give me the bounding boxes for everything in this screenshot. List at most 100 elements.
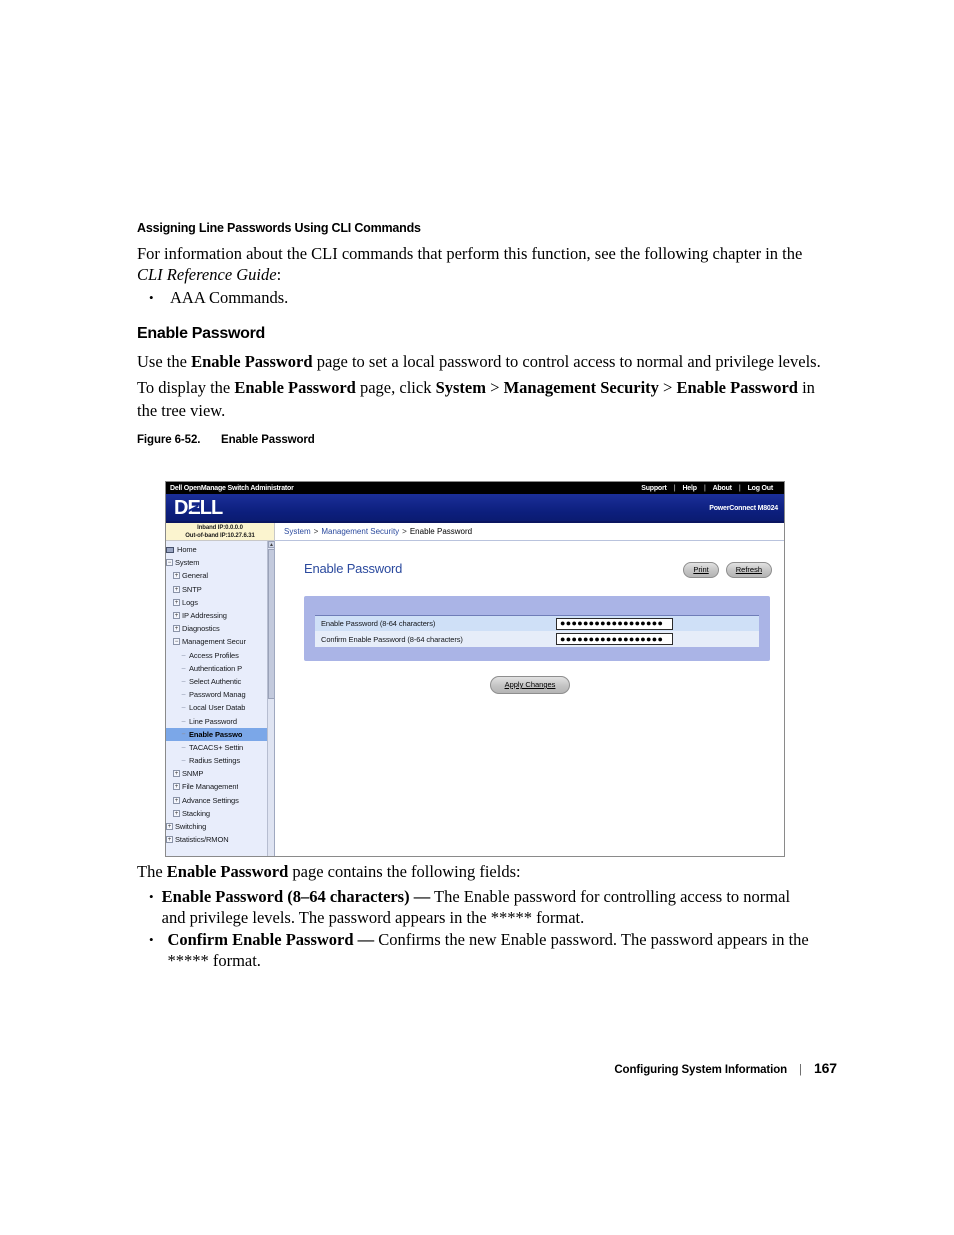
tree-item-logs[interactable]: + Logs xyxy=(166,596,274,609)
tree-item-label: IP Addressing xyxy=(182,611,227,621)
bullet-confirm-enable-password-text: Confirm Enable Password — Confirms the n… xyxy=(167,929,817,971)
enable-password-form-panel: Enable Password (8-64 characters) ●●●●●●… xyxy=(304,596,770,661)
tree-item-switching[interactable]: + Switching xyxy=(166,820,274,833)
scrollbar-thumb[interactable] xyxy=(268,549,274,699)
tree-item-sntp[interactable]: + SNTP xyxy=(166,583,274,596)
tree-item-label: Access Profiles xyxy=(189,650,239,660)
tree-item-label: System xyxy=(175,558,200,568)
breadcrumb-separator: > xyxy=(313,527,319,536)
ip-address-box: Inband IP:0.0.0.0 Out-of-band IP:10.27.6… xyxy=(166,523,275,541)
device-model-label: PowerConnect M8024 xyxy=(709,505,778,512)
tree-item-management-secur[interactable]: − Management Secur xyxy=(166,635,274,648)
tree-item-label: Switching xyxy=(175,822,207,832)
breadcrumb-item-system[interactable]: System xyxy=(284,527,311,536)
tree-item-general[interactable]: + General xyxy=(166,569,274,582)
expand-plus-icon[interactable]: + xyxy=(173,783,180,791)
tree-item-authentication-p[interactable]: – Authentication P xyxy=(166,662,274,675)
para-display-d: > xyxy=(658,378,677,397)
expand-plus-icon[interactable]: + xyxy=(166,823,173,831)
tree-item-label: Select Authentic xyxy=(189,676,242,686)
tree-leaf-connector-icon: – xyxy=(181,717,186,725)
log-out-link[interactable]: Log Out xyxy=(741,485,780,492)
bullet-confirm-enable-password: • Confirm Enable Password — Confirms the… xyxy=(137,929,817,971)
tree-item-snmp[interactable]: + SNMP xyxy=(166,767,274,780)
print-button[interactable]: Print xyxy=(683,562,719,578)
para-cli-italic: CLI Reference Guide xyxy=(137,265,277,284)
expand-plus-icon[interactable]: + xyxy=(173,625,180,633)
tree-leaf-connector-icon: – xyxy=(181,677,186,685)
tree-leaf-connector-icon: – xyxy=(181,664,186,672)
para-cli-b: : xyxy=(276,265,282,284)
confirm-enable-password-input[interactable]: ●●●●●●●●●●●●●●●●●● xyxy=(556,633,673,645)
dell-logo-ll: LL xyxy=(199,497,223,519)
breadcrumb: System > Management Security > Enable Pa… xyxy=(275,523,784,541)
outofband-ip-label: Out-of-band IP:10.27.6.31 xyxy=(185,532,255,539)
tree-item-diagnostics[interactable]: + Diagnostics xyxy=(166,622,274,635)
tree-item-label: File Management xyxy=(182,782,239,792)
tree-item-enable-passwo[interactable]: – Enable Passwo xyxy=(166,727,274,741)
tree-item-local-user-datab[interactable]: – Local User Datab xyxy=(166,701,274,714)
tree-item-system[interactable]: − System xyxy=(166,556,274,569)
tree-leaf-connector-icon: – xyxy=(181,730,186,738)
bullet-enable-password-text: Enable Password (8–64 characters) — The … xyxy=(162,886,797,928)
collapse-minus-icon[interactable]: − xyxy=(166,559,173,567)
app-title: Dell OpenManage Switch Administrator xyxy=(170,484,294,492)
scroll-up-arrow-icon[interactable]: ▲ xyxy=(268,541,274,548)
tree-item-label: Line Password xyxy=(189,716,237,726)
para-fields-b: page contains the following fields: xyxy=(288,862,521,881)
content-pane: Enable Password Print Refresh Enable Pas… xyxy=(276,541,784,856)
apply-changes-row: Apply Changes xyxy=(276,676,784,694)
home-icon xyxy=(166,546,174,553)
tree-leaf-connector-icon: – xyxy=(181,743,186,751)
tree-item-label: Statistics/RMON xyxy=(175,835,229,845)
para-fields-a: The xyxy=(137,862,167,881)
tree-item-label: Home xyxy=(177,545,197,555)
tree-item-label: TACACS+ Settin xyxy=(189,742,244,752)
figure-title: Enable Password xyxy=(221,434,315,446)
expand-plus-icon[interactable]: + xyxy=(173,770,180,778)
expand-plus-icon[interactable]: + xyxy=(173,612,180,620)
dell-logo[interactable]: D E LL xyxy=(174,497,223,520)
tree-item-label: SNMP xyxy=(182,769,204,779)
tree-item-label: Local User Datab xyxy=(189,703,246,713)
expand-plus-icon[interactable]: + xyxy=(173,796,180,804)
expand-plus-icon[interactable]: + xyxy=(173,572,180,580)
collapse-minus-icon[interactable]: − xyxy=(173,638,180,646)
about-link[interactable]: About xyxy=(706,485,739,492)
tree-item-label: Advance Settings xyxy=(182,795,239,805)
refresh-button[interactable]: Refresh xyxy=(725,562,772,578)
expand-plus-icon[interactable]: + xyxy=(173,585,180,593)
tree-item-password-manag[interactable]: – Password Manag xyxy=(166,688,274,701)
page-title-enable-password: Enable Password xyxy=(137,325,265,342)
navigation-tree[interactable]: Home − System + General + SNTP + Logs + IP Address… xyxy=(166,541,275,856)
footer-chapter-title: Configuring System Information xyxy=(614,1064,788,1076)
expand-plus-icon[interactable]: + xyxy=(173,809,180,817)
support-link[interactable]: Support xyxy=(634,485,673,492)
paragraph-fields-intro: The Enable Password page contains the fo… xyxy=(137,861,837,882)
content-page-title: Enable Password xyxy=(304,561,403,576)
tree-item-home[interactable]: Home xyxy=(166,543,274,556)
enable-password-label: Enable Password (8-64 characters) xyxy=(315,616,550,631)
expand-plus-icon[interactable]: + xyxy=(173,598,180,606)
enable-password-input[interactable]: ●●●●●●●●●●●●●●●●●● xyxy=(556,617,673,630)
tree-item-stacking[interactable]: + Stacking xyxy=(166,807,274,820)
tree-item-label: Stacking xyxy=(182,808,210,818)
help-link[interactable]: Help xyxy=(675,485,703,492)
tree-item-ip-addressing[interactable]: + IP Addressing xyxy=(166,609,274,622)
expand-plus-icon[interactable]: + xyxy=(166,836,173,844)
tree-item-radius-settings[interactable]: – Radius Settings xyxy=(166,754,274,767)
tree-item-line-password[interactable]: – Line Password xyxy=(166,714,274,727)
tree-item-access-profiles[interactable]: – Access Profiles xyxy=(166,649,274,662)
para-display-bold1: Enable Password xyxy=(234,378,356,397)
bullet-enable-password: • Enable Password (8–64 characters) — Th… xyxy=(137,886,797,928)
tree-item-statistics-rmon[interactable]: + Statistics/RMON xyxy=(166,833,274,846)
tree-scrollbar[interactable]: ▲ xyxy=(267,541,274,856)
tree-item-tacacs-settin[interactable]: – TACACS+ Settin xyxy=(166,741,274,754)
tree-item-advance-settings[interactable]: + Advance Settings xyxy=(166,794,274,807)
tree-item-select-authentic[interactable]: – Select Authentic xyxy=(166,675,274,688)
tree-item-label: Management Secur xyxy=(182,637,246,647)
breadcrumb-item-management-security[interactable]: Management Security xyxy=(321,527,399,536)
tree-item-file-management[interactable]: + File Management xyxy=(166,780,274,793)
tree-item-label: General xyxy=(182,571,208,581)
apply-changes-button[interactable]: Apply Changes xyxy=(489,676,571,694)
